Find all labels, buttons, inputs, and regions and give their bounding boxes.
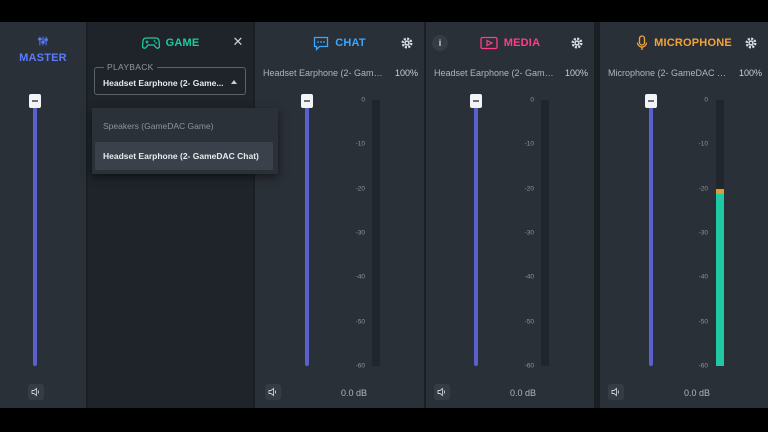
- close-icon[interactable]: ✕: [231, 35, 245, 49]
- tick-label: -40: [355, 273, 365, 281]
- microphone-channel: MICROPHONE Microphone (2- GameDAC C... 1…: [600, 22, 768, 408]
- gear-icon[interactable]: [400, 36, 414, 50]
- dropdown-option[interactable]: Speakers (GameDAC Game): [95, 112, 273, 140]
- tick-label: 0: [530, 96, 534, 104]
- tick-label: -20: [698, 185, 708, 193]
- media-volume-track[interactable]: [474, 106, 478, 366]
- tick-label: -10: [355, 140, 365, 148]
- tick-label: 0: [361, 96, 365, 104]
- tick-label: -20: [524, 185, 534, 193]
- chat-label: CHAT: [335, 37, 366, 49]
- tick-label: -20: [355, 185, 365, 193]
- microphone-header: MICROPHONE: [600, 22, 768, 64]
- gear-icon[interactable]: [744, 36, 758, 50]
- tick-label: -10: [698, 140, 708, 148]
- tick-label: -30: [524, 229, 534, 237]
- media-volume-percent: 100%: [564, 68, 588, 78]
- sliders-icon: [38, 36, 48, 46]
- tick-label: -30: [355, 229, 365, 237]
- media-db-scale: 0 -10 -20 -30 -40 -50 -60: [504, 96, 534, 370]
- game-channel: GAME ✕ Headset Earphone (2- Game... PLAY…: [88, 22, 253, 408]
- chat-mute-button[interactable]: [265, 384, 281, 400]
- tick-label: -30: [698, 229, 708, 237]
- media-mute-button[interactable]: [434, 384, 450, 400]
- master-mute-button[interactable]: [28, 384, 44, 400]
- media-label: MEDIA: [503, 37, 541, 49]
- tick-label: 0: [704, 96, 708, 104]
- media-db-readout: 0.0 dB: [510, 388, 537, 398]
- playback-device-dropdown: Speakers (GameDAC Game) Headset Earphone…: [92, 108, 278, 174]
- master-channel: MASTER: [0, 22, 86, 408]
- microphone-level-meter: [716, 100, 724, 366]
- game-header: GAME: [88, 22, 253, 64]
- tick-label: -10: [524, 140, 534, 148]
- tick-label: -40: [524, 273, 534, 281]
- tick-label: -60: [524, 362, 534, 370]
- speaker-icon: [31, 387, 40, 397]
- sonar-mixer: MASTER GAME ✕ Headset Earphone (2- Game.…: [0, 22, 768, 408]
- chat-level-meter: [372, 100, 380, 366]
- tick-label: -40: [698, 273, 708, 281]
- microphone-volume-handle[interactable]: [645, 94, 657, 108]
- chat-db-readout: 0.0 dB: [341, 388, 368, 398]
- tick-label: -60: [698, 362, 708, 370]
- microphone-volume-track[interactable]: [649, 106, 653, 366]
- playback-label: PLAYBACK: [104, 62, 157, 72]
- selected-device: Headset Earphone (2- Game...: [103, 78, 224, 88]
- chat-volume-handle[interactable]: [301, 94, 313, 108]
- chat-volume-track[interactable]: [305, 106, 309, 366]
- speaker-icon: [437, 387, 446, 397]
- tick-label: -50: [698, 318, 708, 326]
- microphone-icon: [636, 35, 648, 50]
- master-label: MASTER: [19, 52, 67, 64]
- microphone-label: MICROPHONE: [654, 37, 732, 49]
- media-channel: i MEDIA Headset Earphone (2- Game... 100…: [426, 22, 594, 408]
- media-device-row: Headset Earphone (2- Game... 100%: [426, 64, 594, 82]
- media-player-icon: [480, 36, 498, 50]
- chat-channel: CHAT Headset Earphone (2- Game... 100% 0…: [255, 22, 424, 408]
- media-volume-handle[interactable]: [470, 94, 482, 108]
- chat-db-scale: 0 -10 -20 -30 -40 -50 -60: [335, 96, 365, 370]
- master-header: MASTER: [0, 22, 86, 64]
- microphone-device-name: Microphone (2- GameDAC C...: [608, 68, 728, 78]
- microphone-device-row: Microphone (2- GameDAC C... 100%: [600, 64, 768, 82]
- dropdown-option-selected[interactable]: Headset Earphone (2- GameDAC Chat): [95, 142, 273, 170]
- master-volume-handle[interactable]: [29, 94, 41, 108]
- game-label: GAME: [165, 37, 200, 49]
- tick-label: -60: [355, 362, 365, 370]
- microphone-peak-indicator: [716, 188, 724, 194]
- tick-label: -50: [355, 318, 365, 326]
- gear-icon[interactable]: [570, 36, 584, 50]
- microphone-level-fill: [716, 188, 724, 366]
- chat-device-name: Headset Earphone (2- Game...: [263, 68, 383, 78]
- chat-icon: [314, 36, 329, 51]
- chat-header: CHAT: [255, 22, 424, 64]
- media-device-name: Headset Earphone (2- Game...: [434, 68, 554, 78]
- speaker-icon: [611, 387, 620, 397]
- master-volume-track[interactable]: [33, 106, 37, 366]
- microphone-mute-button[interactable]: [608, 384, 624, 400]
- speaker-icon: [268, 387, 277, 397]
- chat-volume-percent: 100%: [394, 68, 418, 78]
- media-level-meter: [541, 100, 549, 366]
- tick-label: -50: [524, 318, 534, 326]
- microphone-db-scale: 0 -10 -20 -30 -40 -50 -60: [678, 96, 708, 370]
- microphone-volume-percent: 100%: [738, 68, 762, 78]
- chat-device-row: Headset Earphone (2- Game... 100%: [255, 64, 424, 82]
- microphone-db-readout: 0.0 dB: [684, 388, 711, 398]
- media-header: MEDIA: [426, 22, 594, 64]
- gamepad-icon: [141, 37, 160, 49]
- caret-up-icon: [231, 80, 237, 84]
